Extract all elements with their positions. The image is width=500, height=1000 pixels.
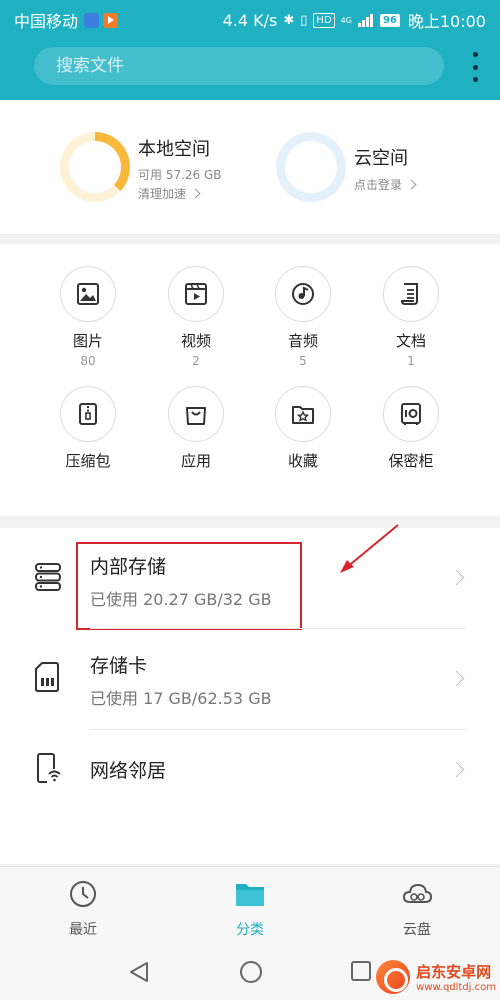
top-header: 中国移动 4.4 K/s ✱ ▯ HD 4G 96 晚上10:00 搜索文件 bbox=[0, 0, 500, 100]
category-count: 5 bbox=[299, 354, 307, 368]
category-label: 保密柜 bbox=[388, 452, 434, 470]
category-label: 图片 bbox=[72, 332, 103, 350]
sd-card-icon bbox=[34, 661, 60, 697]
bluetooth-icon: ✱ bbox=[283, 12, 295, 28]
favorite-folder-icon bbox=[275, 386, 331, 442]
battery-icon: 96 bbox=[379, 13, 400, 27]
category-documents[interactable]: 文档 1 bbox=[361, 266, 461, 368]
watermark-title: 启东安卓网 bbox=[416, 963, 492, 981]
category-label: 文档 bbox=[395, 332, 426, 350]
category-favorites[interactable]: 收藏 bbox=[253, 386, 353, 471]
document-icon bbox=[383, 266, 439, 322]
network-device-icon bbox=[34, 752, 62, 788]
cloud-login-link[interactable]: 点击登录 bbox=[354, 176, 417, 193]
category-label: 视频 bbox=[180, 332, 211, 350]
search-input[interactable]: 搜索文件 bbox=[34, 47, 444, 85]
tab-label: 云盘 bbox=[403, 922, 431, 938]
internal-storage-icon bbox=[34, 562, 62, 596]
tab-recent[interactable]: 最近 bbox=[38, 879, 128, 939]
tab-category[interactable]: 分类 bbox=[205, 879, 295, 939]
audio-icon bbox=[275, 266, 331, 322]
cleanup-label: 清理加速 bbox=[138, 187, 187, 201]
category-archives[interactable]: 压缩包 bbox=[38, 386, 138, 471]
category-videos[interactable]: 视频 2 bbox=[146, 266, 246, 368]
row-title: 网络邻居 bbox=[90, 760, 167, 782]
tab-label: 最近 bbox=[69, 922, 97, 938]
archive-icon bbox=[60, 386, 116, 442]
category-audio[interactable]: 音频 5 bbox=[253, 266, 353, 368]
cloud-space-title[interactable]: 云空间 bbox=[354, 144, 408, 170]
video-icon bbox=[168, 266, 224, 322]
image-icon bbox=[60, 266, 116, 322]
bottom-tab-bar: 最近 分类 云盘 bbox=[0, 866, 500, 944]
back-icon[interactable] bbox=[128, 960, 150, 984]
vibrate-icon: ▯ bbox=[300, 12, 308, 28]
tab-cloud[interactable]: 云盘 bbox=[372, 879, 462, 939]
annotation-highlight-box bbox=[76, 542, 302, 630]
cleanup-link[interactable]: 清理加速 bbox=[138, 185, 201, 202]
category-label: 应用 bbox=[180, 452, 211, 470]
cloud-space-ring-icon[interactable] bbox=[276, 132, 346, 202]
chevron-right-icon bbox=[448, 670, 465, 687]
status-bar: 中国移动 4.4 K/s ✱ ▯ HD 4G 96 晚上10:00 bbox=[0, 0, 500, 36]
list-item-sd-card[interactable]: 存储卡 已使用 17 GB/62.53 GB bbox=[0, 629, 500, 729]
safe-icon bbox=[383, 386, 439, 442]
storage-location-list: 内部存储 已使用 20.27 GB/32 GB 存储卡 已使用 17 GB/62… bbox=[0, 528, 500, 864]
clock-time: 晚上10:00 bbox=[407, 12, 486, 31]
app-notification-icon bbox=[84, 12, 100, 28]
local-space-ring-icon[interactable] bbox=[60, 132, 130, 202]
category-label: 收藏 bbox=[287, 452, 318, 470]
annotation-arrow-icon bbox=[340, 524, 399, 573]
category-count: 1 bbox=[407, 354, 415, 368]
chevron-right-icon bbox=[448, 569, 465, 586]
hd-icon: HD bbox=[313, 12, 335, 28]
folder-icon bbox=[236, 884, 264, 906]
cloud-icon bbox=[402, 883, 433, 903]
recents-icon[interactable] bbox=[350, 960, 372, 982]
category-label: 音频 bbox=[287, 332, 318, 350]
tab-label: 分类 bbox=[236, 922, 264, 938]
chevron-right-icon bbox=[190, 188, 201, 199]
watermark-logo-icon bbox=[376, 960, 411, 994]
network-speed: 4.4 K/s bbox=[222, 10, 278, 30]
storage-summary: 本地空间 可用 57.26 GB 清理加速 云空间 点击登录 bbox=[0, 100, 500, 234]
local-space-title[interactable]: 本地空间 bbox=[138, 135, 210, 161]
category-apps[interactable]: 应用 bbox=[146, 386, 246, 471]
category-grid: 图片 80 视频 2 音频 5 文档 1 压缩包 应用 收藏 保密柜 bbox=[0, 244, 500, 516]
watermark-url: www.qdltdj.com bbox=[416, 982, 496, 993]
watermark: 启东安卓网 www.qdltdj.com bbox=[376, 960, 496, 994]
clock-icon bbox=[70, 881, 96, 907]
category-label: 压缩包 bbox=[65, 452, 111, 470]
list-item-internal-storage[interactable]: 内部存储 已使用 20.27 GB/32 GB bbox=[0, 528, 500, 630]
app-bag-icon bbox=[168, 386, 224, 442]
category-count: 2 bbox=[192, 354, 200, 368]
cloud-login-label: 点击登录 bbox=[354, 178, 403, 192]
network-type-label: 4G bbox=[340, 15, 352, 25]
signal-icon bbox=[357, 13, 374, 27]
video-app-notification-icon bbox=[103, 12, 119, 28]
list-item-network-neighbors[interactable]: 网络邻居 bbox=[0, 730, 500, 810]
carrier-label: 中国移动 bbox=[14, 12, 79, 31]
chevron-right-icon bbox=[406, 179, 417, 190]
home-icon[interactable] bbox=[238, 959, 264, 985]
chevron-right-icon bbox=[448, 761, 465, 778]
category-count: 80 bbox=[80, 354, 96, 368]
status-right: 4.4 K/s ✱ ▯ HD 4G 96 晚上10:00 bbox=[223, 8, 486, 32]
category-safe[interactable]: 保密柜 bbox=[361, 386, 461, 471]
category-images[interactable]: 图片 80 bbox=[38, 266, 138, 368]
status-left: 中国移动 bbox=[14, 8, 119, 32]
watermark-text: 启东安卓网 www.qdltdj.com bbox=[416, 961, 496, 993]
more-options-icon[interactable] bbox=[472, 52, 478, 82]
row-usage: 已使用 17 GB/62.53 GB bbox=[90, 689, 272, 708]
local-space-available: 可用 57.26 GB bbox=[138, 168, 222, 182]
row-title: 存储卡 bbox=[90, 655, 148, 677]
